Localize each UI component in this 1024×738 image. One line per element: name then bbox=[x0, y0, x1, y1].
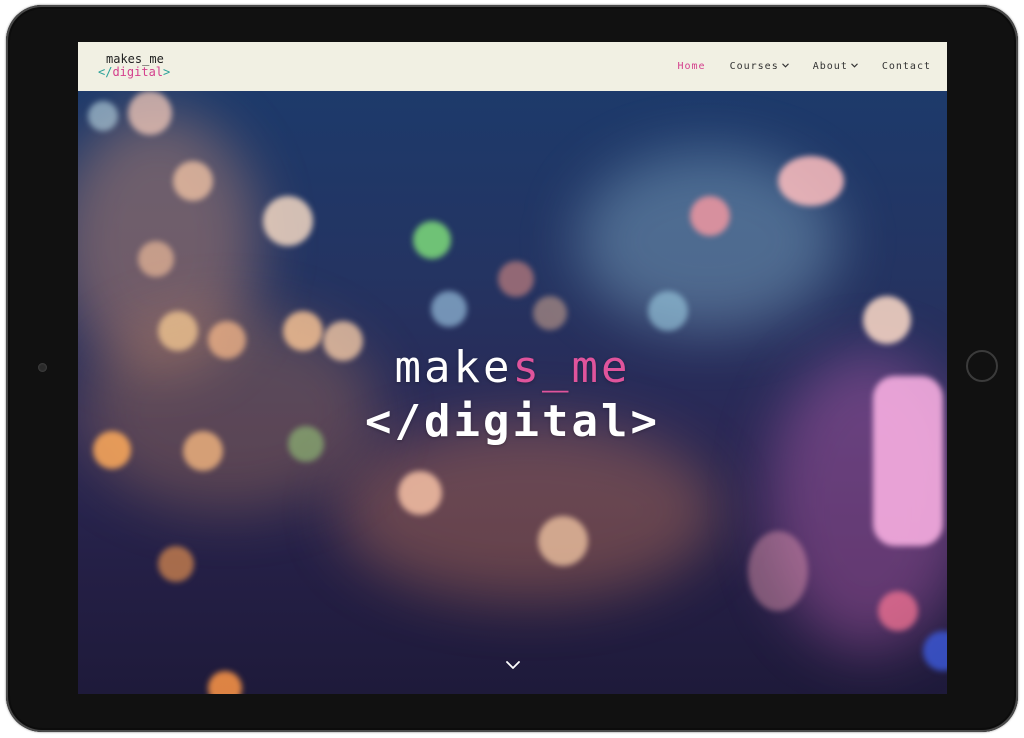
nav-label: Home bbox=[677, 61, 706, 72]
nav-item-contact[interactable]: Contact bbox=[882, 61, 931, 72]
scroll-down-button[interactable] bbox=[504, 656, 522, 674]
hero-title-pink: s_me bbox=[512, 342, 631, 393]
hero-title: makes_me </digital> bbox=[78, 341, 947, 449]
nav-label: Courses bbox=[729, 61, 779, 72]
logo-close-bracket: > bbox=[163, 65, 171, 79]
logo-open-bracket: </ bbox=[98, 65, 113, 79]
site-logo[interactable]: makes_me </digital> bbox=[98, 53, 170, 79]
chevron-down-icon bbox=[850, 61, 858, 70]
nav-label: Contact bbox=[881, 61, 931, 72]
nav-item-about[interactable]: About bbox=[813, 61, 858, 72]
nav-label: About bbox=[812, 61, 848, 72]
main-nav: Home Courses About Contact bbox=[677, 42, 931, 91]
nav-item-home[interactable]: Home bbox=[677, 61, 705, 72]
logo-word: digital bbox=[112, 65, 164, 79]
hero-title-white: make bbox=[394, 342, 513, 393]
chevron-down-icon bbox=[506, 661, 520, 669]
nav-item-courses[interactable]: Courses bbox=[730, 61, 789, 72]
site-header: makes_me </digital> Home Courses About C… bbox=[78, 42, 947, 91]
camera-dot bbox=[38, 363, 47, 372]
chevron-down-icon bbox=[781, 61, 789, 70]
home-hardware-button[interactable] bbox=[966, 350, 998, 382]
hero-subtitle: </digital> bbox=[365, 396, 660, 447]
logo-line2: </digital> bbox=[98, 66, 170, 79]
screen: makes_me </digital> Home Courses About C… bbox=[78, 42, 947, 694]
hero-section: makes_me </digital> bbox=[78, 91, 947, 694]
hero-title-line1: makes_me bbox=[78, 341, 947, 395]
